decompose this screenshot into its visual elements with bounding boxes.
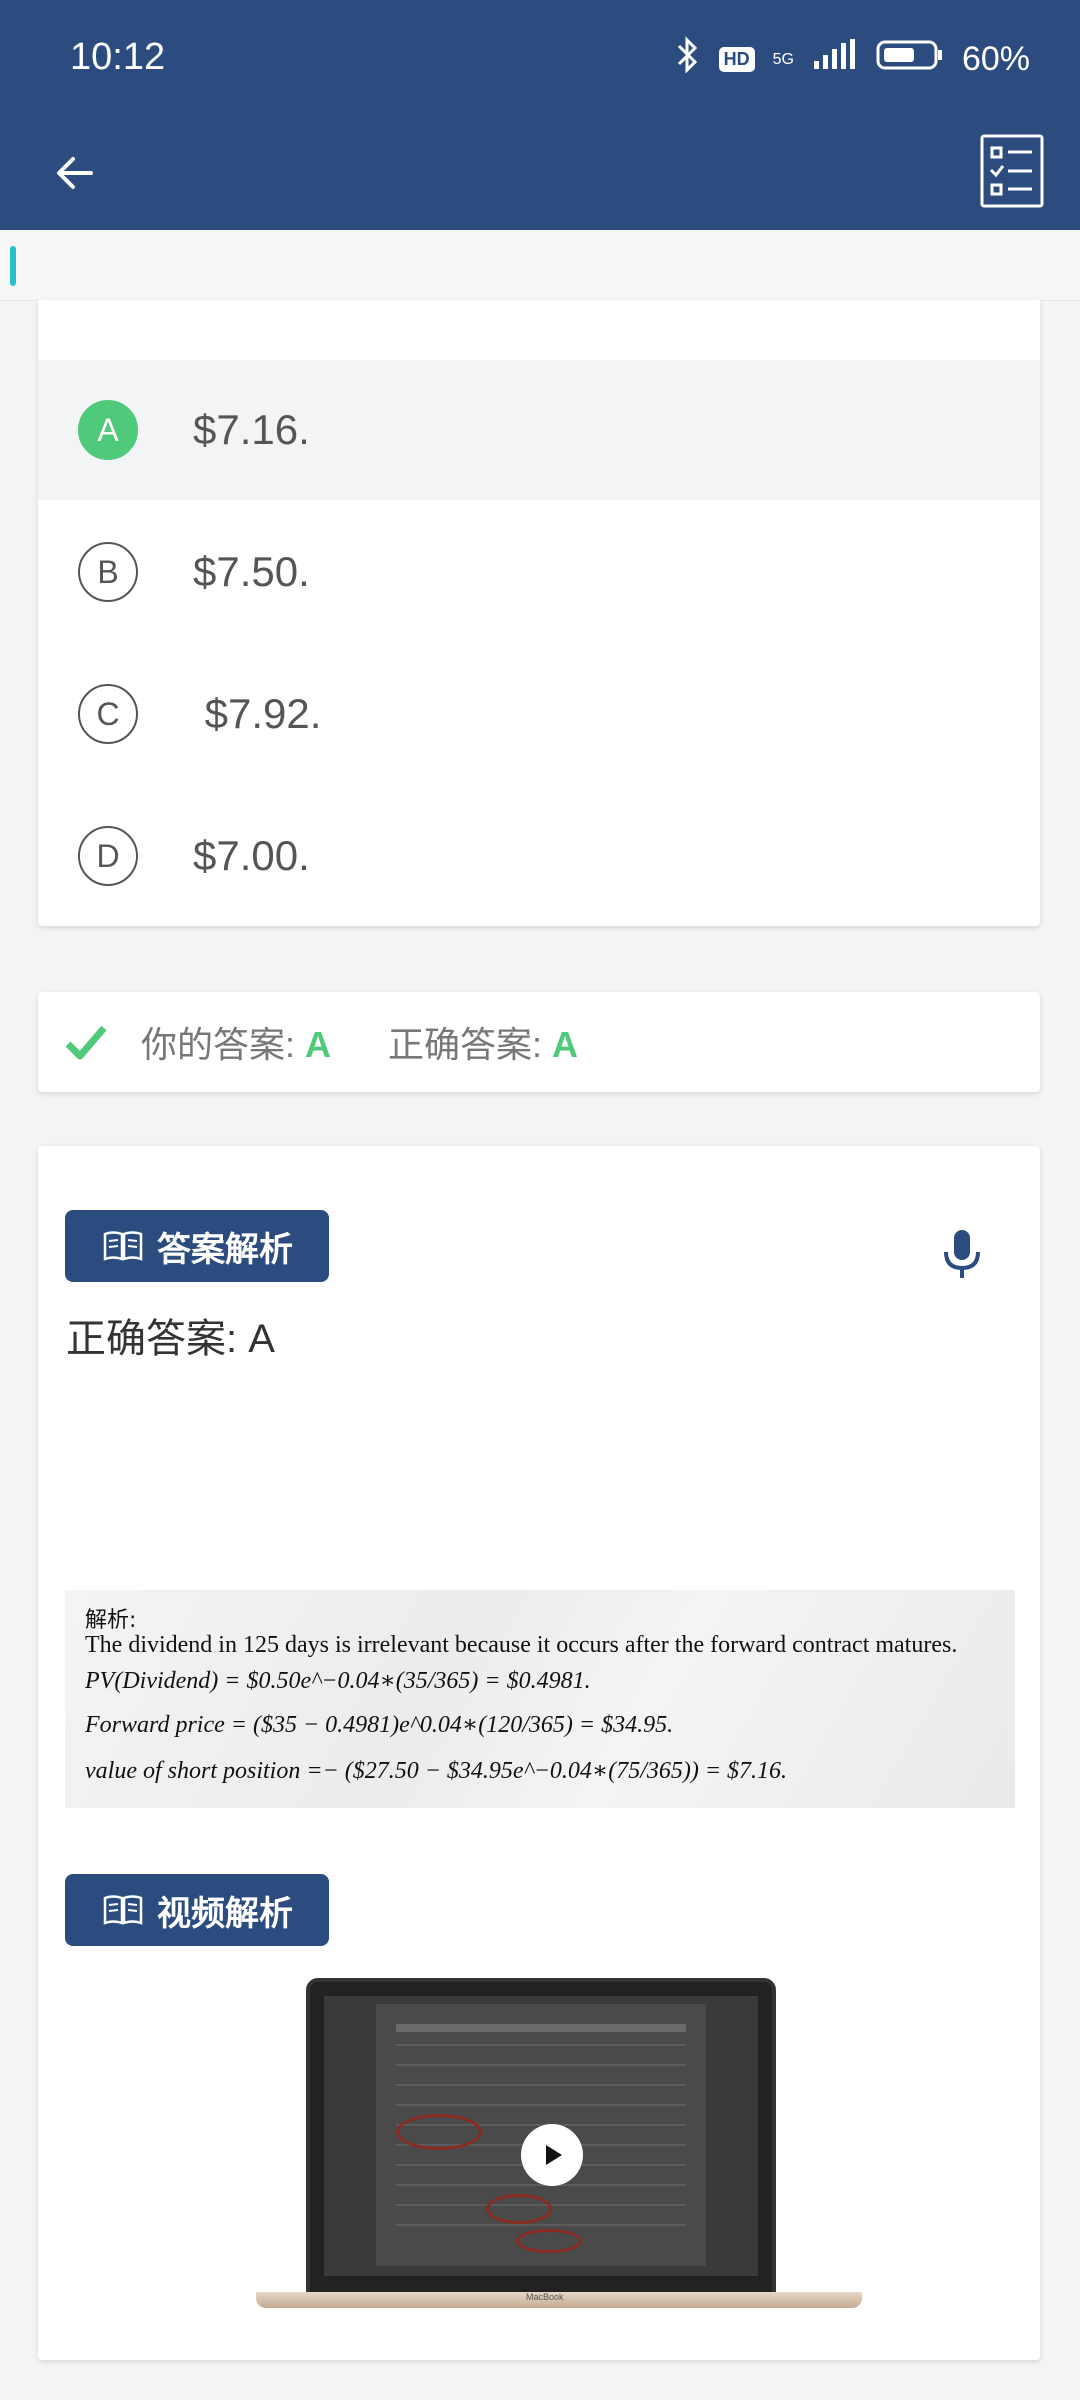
option-text: $7.16. xyxy=(193,406,310,453)
correct-answer-label: 正确答案: xyxy=(388,1024,543,1065)
solution-image: 解析: The dividend in 125 days is irreleva… xyxy=(65,1590,1015,1808)
option-text: $7.92. xyxy=(193,690,322,737)
network-label: 5G xyxy=(772,50,794,68)
options-card: A $7.16. B $7.50. C $7.92. D $7.00. xyxy=(38,300,1040,926)
solution-line-3: Forward price = ($35 − 0.4981)e^0.04∗(12… xyxy=(85,1712,674,1738)
checkmark-icon xyxy=(65,1025,107,1060)
back-button[interactable] xyxy=(40,138,110,208)
option-c[interactable]: C $7.92. xyxy=(38,644,1040,784)
solution-line-2: PV(Dividend) = $0.50e^−0.04∗(35/365) = $… xyxy=(85,1668,591,1694)
book-icon xyxy=(103,1895,143,1925)
solution-header: 解析: xyxy=(85,1608,137,1633)
option-letter: D xyxy=(78,826,138,886)
laptop-base: MacBook xyxy=(256,2292,862,2308)
book-icon xyxy=(103,1231,143,1261)
answer-analysis-label: 答案解析 xyxy=(157,1230,293,1269)
your-answer: 你的答案: A xyxy=(141,1016,331,1068)
option-b[interactable]: B $7.50. xyxy=(38,502,1040,642)
video-analysis-label: 视频解析 xyxy=(157,1894,293,1933)
bluetooth-icon xyxy=(675,36,701,83)
option-d[interactable]: D $7.00. xyxy=(38,786,1040,926)
analysis-card: 答案解析 正确答案: A 解析: The dividend in 125 day… xyxy=(38,1146,1040,2360)
correct-answer: 正确答案: A xyxy=(388,1016,578,1068)
answer-summary-card: 你的答案: A 正确答案: A xyxy=(38,992,1040,1092)
your-answer-label: 你的答案: xyxy=(141,1024,296,1065)
analysis-correct-answer: 正确答案: A xyxy=(66,1317,275,1361)
option-letter: B xyxy=(78,542,138,602)
video-thumbnail[interactable]: MacBook xyxy=(256,1978,862,2318)
play-button[interactable] xyxy=(521,2124,583,2186)
question-list-button[interactable] xyxy=(976,130,1048,212)
arrow-left-icon xyxy=(57,157,93,189)
correct-answer-value: A xyxy=(552,1024,579,1065)
status-bar: 10:12 HD 5G 60% xyxy=(0,0,1080,118)
hd-badge: HD xyxy=(718,47,755,72)
option-text: $7.00. xyxy=(193,832,310,879)
video-analysis-button[interactable]: 视频解析 xyxy=(65,1874,329,1946)
microphone-icon xyxy=(944,1230,980,1278)
option-letter: C xyxy=(78,684,138,744)
signal-icon xyxy=(812,39,858,80)
laptop-label: MacBook xyxy=(526,2292,564,2302)
status-icons: HD 5G 60% xyxy=(675,36,1030,83)
solution-line-4: value of short position =− ($27.50 − $34… xyxy=(85,1758,788,1784)
checklist-icon xyxy=(980,134,1044,208)
answer-analysis-button[interactable]: 答案解析 xyxy=(65,1210,329,1282)
play-icon xyxy=(546,2145,562,2165)
microphone-button[interactable] xyxy=(934,1226,990,1282)
solution-line-1: The dividend in 125 days is irrelevant b… xyxy=(85,1632,958,1658)
option-a[interactable]: A $7.16. xyxy=(38,360,1040,500)
app-bar xyxy=(0,118,1080,230)
status-time: 10:12 xyxy=(70,36,166,78)
option-letter: A xyxy=(78,400,138,460)
progress-bar xyxy=(0,230,1080,301)
option-text: $7.50. xyxy=(193,548,310,595)
your-answer-value: A xyxy=(305,1024,332,1065)
battery-percent: 60% xyxy=(961,40,1030,78)
progress-fill xyxy=(10,246,16,286)
battery-icon xyxy=(876,39,944,80)
laptop-screen xyxy=(306,1978,776,2296)
